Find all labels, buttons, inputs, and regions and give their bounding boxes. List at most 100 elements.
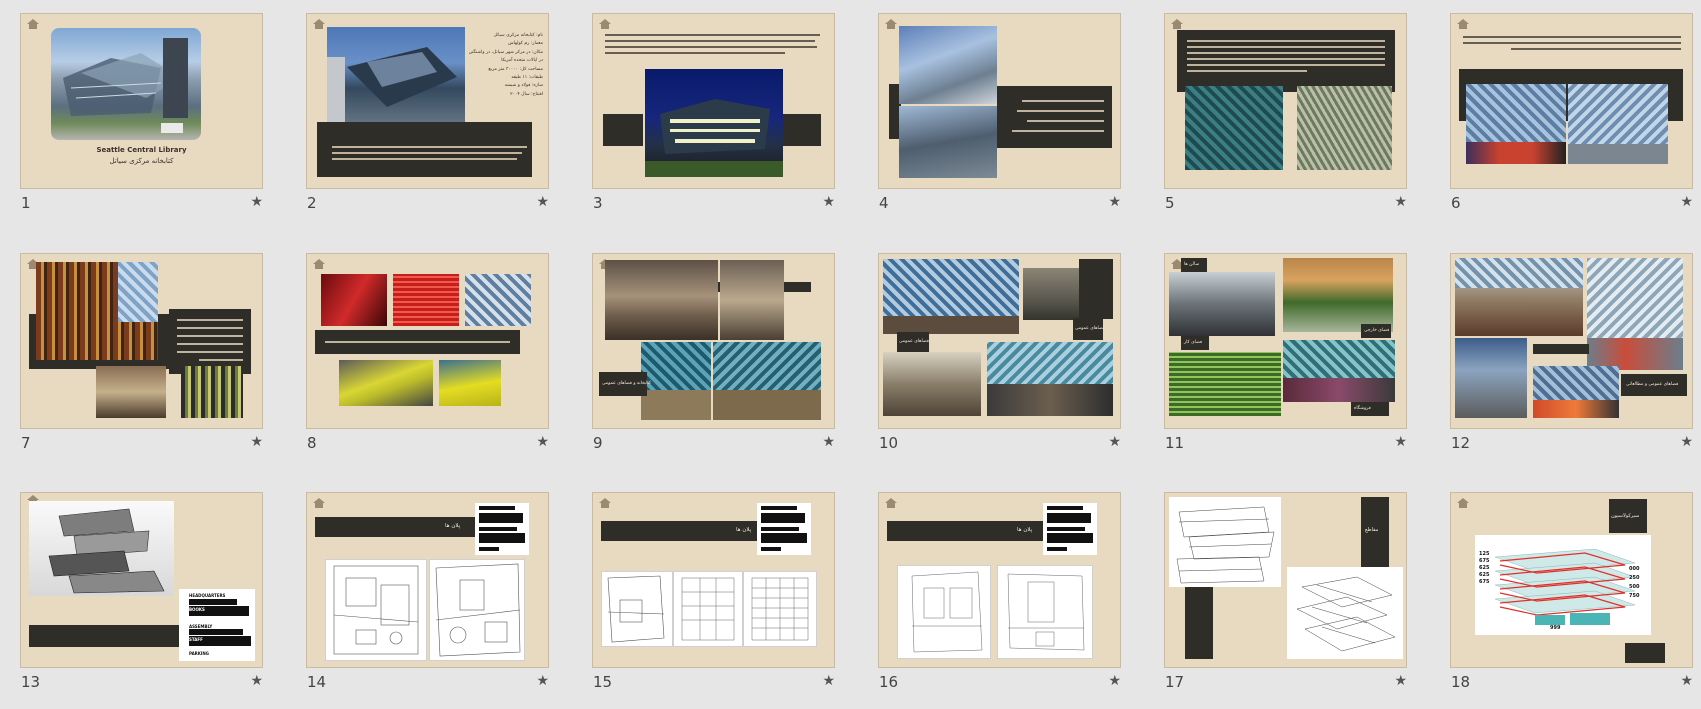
slide-18-canvas[interactable]: سیرکولاسیون 125 675 625 625 675 000 250 … xyxy=(1450,492,1693,668)
reading-photo xyxy=(96,366,166,418)
star-icon[interactable]: ★ xyxy=(536,673,549,689)
band-right xyxy=(781,114,821,146)
star-icon[interactable]: ★ xyxy=(1394,194,1407,210)
caption-panel-3: فضای خارجی xyxy=(1361,324,1391,338)
slide-13-canvas[interactable]: HEADQUARTERS BOOKS ASSEMBLY STAFF PARKIN… xyxy=(20,492,263,668)
slide-14-canvas[interactable]: پلان ها xyxy=(306,492,549,668)
floor-plan-b xyxy=(997,565,1093,659)
slide-10-canvas[interactable]: فضاهای عمومی فضاهای عمومی xyxy=(878,253,1121,429)
slide-thumbnail-7[interactable]: 7 ★ xyxy=(20,253,263,468)
star-icon[interactable]: ★ xyxy=(822,434,835,450)
floor-plan-a xyxy=(325,559,427,661)
atrium-photo xyxy=(883,259,1019,334)
star-icon[interactable]: ★ xyxy=(1394,673,1407,689)
interior-photo-b xyxy=(720,260,784,340)
floor-plan-c xyxy=(743,571,817,647)
slide-thumbnail-14[interactable]: پلان ها 14 ★ xyxy=(306,492,549,707)
slide-number: 7 xyxy=(21,434,31,452)
slide-11-canvas[interactable]: سالن ها فضای کار فضای خارجی فروشگاه xyxy=(1164,253,1407,429)
slide-15-canvas[interactable]: پلان ها xyxy=(592,492,835,668)
slide-thumbnail-17[interactable]: مقاطع 17 ★ xyxy=(1164,492,1407,707)
glass-photo xyxy=(1587,258,1683,370)
slide-thumbnail-3[interactable]: 3 ★ xyxy=(592,13,835,228)
star-icon[interactable]: ★ xyxy=(1108,673,1121,689)
night-photo xyxy=(645,69,783,177)
slide-title: سیرکولاسیون xyxy=(1611,513,1640,519)
slide-thumbnail-13[interactable]: HEADQUARTERS BOOKS ASSEMBLY STAFF PARKIN… xyxy=(20,492,263,707)
program-legend xyxy=(757,503,811,555)
star-icon[interactable]: ★ xyxy=(1108,434,1121,450)
star-icon[interactable]: ★ xyxy=(822,673,835,689)
slide-thumbnail-11[interactable]: سالن ها فضای کار فضای خارجی فروشگاه 11 ★ xyxy=(1164,253,1407,468)
star-icon[interactable]: ★ xyxy=(1108,194,1121,210)
slide-4-canvas[interactable] xyxy=(878,13,1121,189)
facade-photo-a xyxy=(1185,86,1283,170)
slide-thumbnail-15[interactable]: پلان ها 15 ★ xyxy=(592,492,835,707)
library-photo xyxy=(51,28,201,140)
lobby-photo xyxy=(1455,338,1527,418)
slide-6-canvas[interactable] xyxy=(1450,13,1693,189)
star-icon[interactable]: ★ xyxy=(250,673,263,689)
slide-number: 4 xyxy=(879,194,889,212)
atrium-photo-b xyxy=(987,342,1113,416)
caption-panel-a: فضاهای عمومی xyxy=(1073,318,1105,340)
slide-thumbnail-16[interactable]: پلان ها 16 ★ xyxy=(878,492,1121,707)
caption-text: فضاهای عمومی xyxy=(1075,326,1105,331)
slide-5-canvas[interactable] xyxy=(1164,13,1407,189)
slide-thumbnail-1[interactable]: Seattle Central Library کتابخانه مرکزی س… xyxy=(20,13,263,228)
star-icon[interactable]: ★ xyxy=(250,434,263,450)
atrium-photo-a xyxy=(641,342,711,420)
library-photo xyxy=(327,27,465,129)
caption-panel: کتابخانه و فضاهای عمومی xyxy=(599,372,651,396)
caption-text: فضای خارجی xyxy=(1364,328,1390,333)
title-panel: سیرکولاسیون xyxy=(1609,499,1647,533)
star-icon[interactable]: ★ xyxy=(1680,194,1693,210)
circulation-diagram: 125 675 625 625 675 000 250 500 750 999 xyxy=(1475,535,1651,635)
glass-photo xyxy=(465,274,531,326)
auditorium-photo xyxy=(1169,352,1281,416)
slide-thumbnail-2[interactable]: نام: کتابخانه مرکزی سیاتل معمار: رم کوله… xyxy=(306,13,549,228)
slide-16-canvas[interactable]: پلان ها xyxy=(878,492,1121,668)
slide-title: مقاطع xyxy=(1365,527,1379,533)
star-icon[interactable]: ★ xyxy=(1394,434,1407,450)
slide-2-canvas[interactable]: نام: کتابخانه مرکزی سیاتل معمار: رم کوله… xyxy=(306,13,549,189)
caption-text: کتابخانه و فضاهای عمومی xyxy=(602,381,651,386)
title-panel: مقاطع xyxy=(1361,497,1389,567)
slide-8-canvas[interactable] xyxy=(306,253,549,429)
star-icon[interactable]: ★ xyxy=(536,194,549,210)
slide-number: 5 xyxy=(1165,194,1175,212)
slide-thumbnail-6[interactable]: 6 ★ xyxy=(1450,13,1693,228)
slide-7-canvas[interactable] xyxy=(20,253,263,429)
slide-3-canvas[interactable] xyxy=(592,13,835,189)
slide-thumbnail-5[interactable]: 5 ★ xyxy=(1164,13,1407,228)
interior-photo-b xyxy=(1568,84,1668,164)
floor-plan-a xyxy=(897,565,991,659)
slide-subtitle: کتابخانه مرکزی سیاتل xyxy=(109,157,174,165)
slide-12-canvas[interactable]: فضاهای عمومی و مطالعاتی xyxy=(1450,253,1693,429)
star-icon[interactable]: ★ xyxy=(250,194,263,210)
slide-1-canvas[interactable]: Seattle Central Library کتابخانه مرکزی س… xyxy=(20,13,263,189)
slide-thumbnail-9[interactable]: کتابخانه و فضاهای عمومی 9 ★ xyxy=(592,253,835,468)
bookshelf-photo xyxy=(36,262,158,360)
reading-room-photo xyxy=(1169,272,1275,336)
slide-thumbnail-18[interactable]: سیرکولاسیون 125 675 625 625 675 000 250 … xyxy=(1450,492,1693,707)
star-icon[interactable]: ★ xyxy=(822,194,835,210)
reading-photo xyxy=(1455,258,1583,336)
escalator-photo xyxy=(339,360,433,406)
star-icon[interactable]: ★ xyxy=(1680,673,1693,689)
slide-9-canvas[interactable]: کتابخانه و فضاهای عمومی xyxy=(592,253,835,429)
program-legend xyxy=(1043,503,1097,555)
slide-17-canvas[interactable]: مقاطع xyxy=(1164,492,1407,668)
slide-number: 11 xyxy=(1165,434,1185,452)
slide-number: 15 xyxy=(593,673,613,691)
slide-thumbnail-10[interactable]: فضاهای عمومی فضاهای عمومی 10 ★ xyxy=(878,253,1121,468)
model-photo xyxy=(29,501,174,596)
text-panel xyxy=(317,122,532,177)
star-icon[interactable]: ★ xyxy=(536,434,549,450)
slide-thumbnail-4[interactable]: 4 ★ xyxy=(878,13,1121,228)
slide-thumbnail-12[interactable]: فضاهای عمومی و مطالعاتی 12 ★ xyxy=(1450,253,1693,468)
text-panel xyxy=(1177,30,1395,92)
slide-thumbnail-8[interactable]: 8 ★ xyxy=(306,253,549,468)
star-icon[interactable]: ★ xyxy=(1680,434,1693,450)
caption-text: فضاهای عمومی و مطالعاتی xyxy=(1626,382,1679,387)
